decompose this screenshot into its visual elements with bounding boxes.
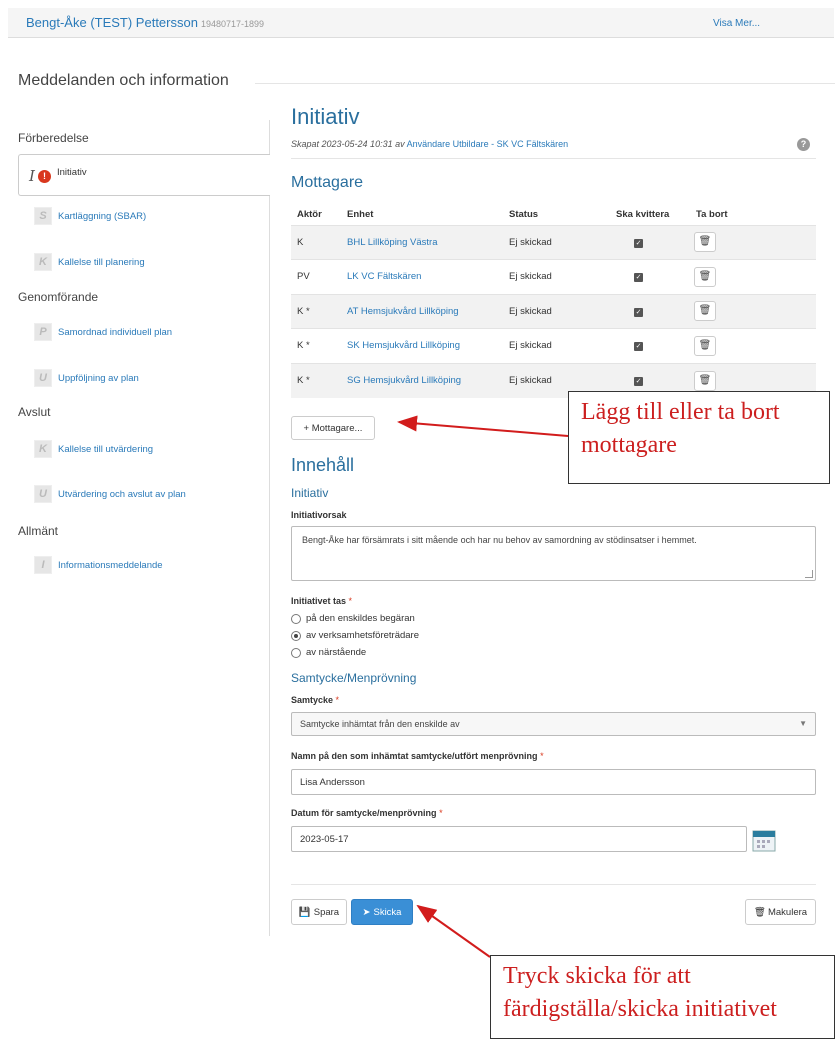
callout-send: Tryck skicka för att färdigställa/skicka… — [490, 955, 835, 1039]
arrow-to-send-button — [416, 904, 491, 958]
arrow-to-add-recipient — [397, 415, 569, 437]
callout-add-recipient: Lägg till eller ta bort mottagare — [568, 391, 830, 484]
annotation-arrows — [397, 415, 569, 958]
